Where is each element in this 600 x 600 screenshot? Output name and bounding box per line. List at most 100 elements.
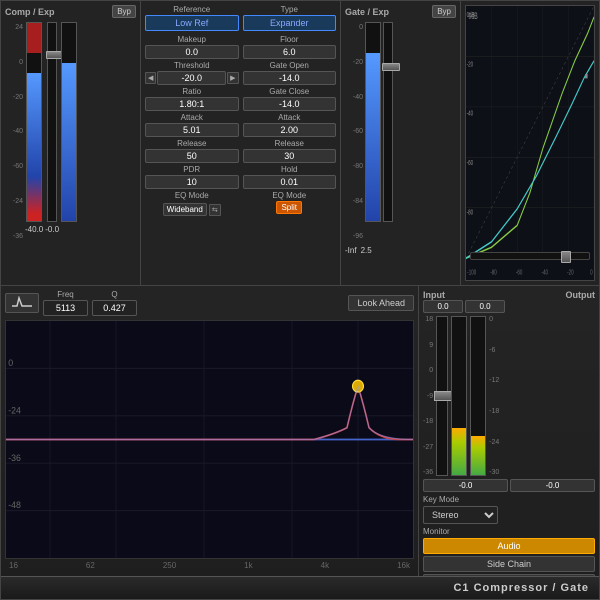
floor-value[interactable]: 6.0 — [243, 45, 337, 59]
hold-value[interactable]: 0.01 — [243, 175, 337, 189]
graph-h-slider[interactable] — [470, 252, 590, 260]
threshold-value[interactable]: -20.0 — [157, 71, 226, 85]
q-label: Q — [111, 290, 117, 299]
graph-h-thumb[interactable] — [561, 251, 571, 263]
comp-exp-section: Comp / Exp Byp 24 0 -20 -40 -60 -24 -36 — [1, 1, 141, 285]
release-value-2[interactable]: 30 — [243, 149, 337, 163]
release-row: Release 50 Release 30 — [145, 139, 336, 163]
controls-section: Reference Low Ref Type Expander Makeup 0… — [141, 1, 341, 285]
release-label-2: Release — [275, 139, 304, 148]
ratio-value[interactable]: 1.80:1 — [145, 97, 239, 111]
threshold-label: Threshold — [174, 61, 210, 70]
input-val-1[interactable]: 0.0 — [423, 300, 463, 313]
comp-slider[interactable]: -0.0 — [45, 22, 59, 242]
makeup-value[interactable]: 0.0 — [145, 45, 239, 59]
makeup-label: Makeup — [178, 35, 206, 44]
gate-close-label: Gate Close — [269, 87, 309, 96]
gate-close-group: Gate Close -14.0 — [243, 87, 337, 111]
eqmode-group-1: EQ Mode Wideband ⇆ — [145, 191, 239, 216]
comp-byp-button[interactable]: Byp — [112, 5, 136, 18]
gate-slider[interactable] — [383, 22, 393, 242]
io-scale: 18 9 0 -9 -18 -27 -36 — [423, 316, 433, 476]
comp-value-2: -0.0 — [45, 225, 59, 234]
lookahead-button[interactable]: Look Ahead — [348, 295, 414, 311]
key-mode-row: Stereo Mono Side Chain — [423, 506, 595, 524]
makeup-floor-row: Makeup 0.0 Floor 6.0 — [145, 35, 336, 59]
svg-text:-36: -36 — [8, 453, 21, 463]
q-value[interactable]: 0.427 — [92, 300, 137, 316]
gate-meter-1 — [365, 22, 381, 242]
svg-text:0: 0 — [8, 358, 13, 368]
gate-byp-button[interactable]: Byp — [432, 5, 456, 18]
floor-group: Floor 6.0 — [243, 35, 337, 59]
io-section: Input 0.0 0.0 Output 18 9 0 -9 — [419, 286, 599, 576]
gate-value-2: 2.5 — [361, 246, 372, 255]
gate-slider-track[interactable] — [383, 22, 393, 222]
gate-slider-thumb[interactable] — [382, 63, 400, 71]
attack-value-2[interactable]: 2.00 — [243, 123, 337, 137]
eq-section: Freq 5113 Q 0.427 Look Ahead — [1, 286, 419, 576]
eqmode-arrow[interactable]: ⇆ — [209, 204, 221, 216]
svg-text:-40: -40 — [467, 110, 474, 119]
gate-exp-header: Gate / Exp Byp — [345, 5, 456, 18]
gate-section: Gate / Exp Byp 0 -20 -40 -60 -80 -84 -96 — [341, 1, 461, 285]
output-val-2[interactable]: -0.0 — [510, 479, 595, 492]
svg-text:0: 0 — [590, 269, 593, 278]
svg-text:0dB: 0dB — [467, 11, 475, 20]
title-bar: C1 Compressor / Gate — [1, 576, 599, 599]
eqmode-row: EQ Mode Wideband ⇆ EQ Mode Split — [145, 191, 336, 216]
io-header-row: Input 0.0 0.0 Output — [423, 290, 595, 313]
attack-value-1[interactable]: 5.01 — [145, 123, 239, 137]
eqmode-group-2: EQ Mode Split — [243, 191, 337, 216]
bottom-section: Freq 5113 Q 0.427 Look Ahead — [1, 286, 599, 576]
pdr-label: PDR — [183, 165, 200, 174]
output-values-row: -0.0 -0.0 — [423, 479, 595, 492]
svg-text:-100: -100 — [467, 269, 476, 278]
eqmode-label-2: EQ Mode — [272, 191, 306, 200]
input-val-2[interactable]: 0.0 — [465, 300, 505, 313]
comp-exp-label: Comp / Exp — [5, 7, 55, 17]
ratio-group: Ratio 1.80:1 — [145, 87, 239, 111]
key-mode-select[interactable]: Stereo Mono Side Chain — [423, 506, 498, 524]
split-button[interactable]: Split — [276, 201, 302, 214]
eq-type-button[interactable] — [5, 293, 39, 313]
comp-meters: 24 0 -20 -40 -60 -24 -36 -40.0 — [5, 22, 136, 242]
monitor-sidechain-button[interactable]: Side Chain — [423, 556, 595, 572]
eqmode-inner-1: Wideband ⇆ — [163, 203, 221, 216]
ratio-label: Ratio — [182, 87, 201, 96]
threshold-left[interactable]: ◀ — [145, 72, 156, 84]
pdr-hold-row: PDR 10 Hold 0.01 — [145, 165, 336, 189]
threshold-right[interactable]: ▶ — [227, 72, 238, 84]
svg-text:-40: -40 — [542, 269, 549, 278]
comp-meter-2 — [61, 22, 77, 242]
gate-scale: 0 -20 -40 -60 -80 -84 -96 — [345, 22, 363, 242]
output-meter-r — [470, 316, 486, 476]
top-section: Comp / Exp Byp 24 0 -20 -40 -60 -24 -36 — [1, 1, 599, 286]
floor-label: Floor — [280, 35, 298, 44]
attack-group-2: Attack 2.00 — [243, 113, 337, 137]
comp-bar-2 — [61, 22, 77, 222]
input-fader-track[interactable] — [436, 316, 448, 476]
pdr-value[interactable]: 10 — [145, 175, 239, 189]
type-value[interactable]: Expander — [243, 15, 337, 31]
attack-row: Attack 5.01 Attack 2.00 — [145, 113, 336, 137]
release-group-1: Release 50 — [145, 139, 239, 163]
release-value-1[interactable]: 50 — [145, 149, 239, 163]
comp-slider-track[interactable] — [47, 22, 57, 222]
input-fader-thumb[interactable] — [434, 391, 452, 401]
comp-meter-1: -40.0 — [25, 22, 43, 242]
eqmode-label-1: EQ Mode — [175, 191, 209, 200]
gate-open-value[interactable]: -14.0 — [243, 71, 337, 85]
gate-close-value[interactable]: -14.0 — [243, 97, 337, 111]
gate-values: -Inf 2.5 — [345, 244, 456, 255]
eqmode-value-1[interactable]: Wideband — [163, 203, 207, 216]
svg-text:-60: -60 — [516, 269, 523, 278]
ref-type-row: Reference Low Ref Type Expander — [145, 5, 336, 31]
graph-svg: 0dB -100 -80 -60 -40 -20 0 — [466, 6, 594, 280]
reference-label: Reference — [145, 5, 239, 14]
monitor-audio-button[interactable]: Audio — [423, 538, 595, 554]
output-val-1[interactable]: -0.0 — [423, 479, 508, 492]
graph-canvas: 0dB -100 -80 -60 -40 -20 0 — [465, 5, 595, 281]
freq-value[interactable]: 5113 — [43, 300, 88, 316]
reference-value[interactable]: Low Ref — [145, 15, 239, 31]
